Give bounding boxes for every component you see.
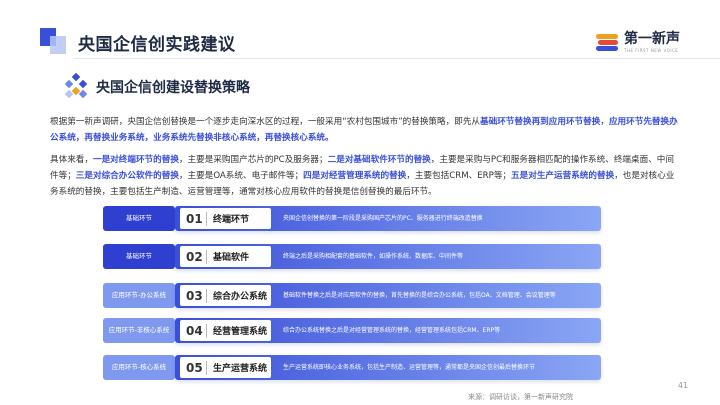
step-row: 基础环节 01 终端环节 央国企信创替换的第一阶段是采购国产芯片的PC、服务器进行终端… [103, 206, 601, 231]
highlight-run: 一是对终端环节的替换 [92, 155, 179, 165]
step-description: 终端之后是采购相配套的基础软件，如操作系统、数据库、中间件等 [283, 253, 464, 260]
step-description: 综合办公系统替换之后是对经营管理系统的替换，经营管理系统包括CRM、ERP等 [283, 327, 501, 334]
detail-paragraph: 具体来看，一是对终端环节的替换，主要是采购国产芯片的PC及服务器；二是对基础软件… [50, 152, 680, 200]
step-divider [206, 323, 207, 338]
step-number: 05 [186, 360, 203, 375]
step-number: 03 [186, 288, 203, 303]
step-row: 基础环节 02 基础软件 终端之后是采购相配套的基础软件，如操作系统、数据库、中间件等 [103, 244, 601, 269]
text-run: ，主要包括CRM、ERP等； [406, 171, 512, 181]
highlight-run: 基础环节替换再到应用环节替换 [480, 117, 601, 127]
text-run: 具体来看， [50, 155, 93, 165]
step-name: 生产运营系统 [213, 364, 268, 374]
section-title: 央国企信创建设替换策略 [96, 80, 250, 96]
step-name: 基础软件 [213, 253, 250, 263]
source-note: 来源：调研访谈，第一新声研究院 [468, 393, 573, 401]
step-card: 04 经营管理系统 [180, 320, 271, 341]
step-name: 综合办公系统 [213, 292, 268, 302]
step-name: 终端环节 [213, 215, 250, 225]
text-run: ， [600, 117, 609, 127]
step-description: 基础软件替换之后是对应用软件的替换，首先替换的是综合办公系统，包括OA、文档管理… [283, 292, 556, 299]
page-title: 央国企信创实践建议 [78, 35, 236, 55]
section-dots-icon [64, 72, 88, 99]
step-number: 02 [186, 249, 203, 264]
step-row: 应用环节-非核心系统 04 经营管理系统 综合办公系统替换之后是对经营管理系统的替换，… [103, 318, 601, 343]
step-card: 02 基础软件 [180, 246, 271, 267]
step-divider [206, 288, 207, 303]
step-card: 03 综合办公系统 [180, 285, 271, 306]
step-row: 应用环节-办公系统 03 综合办公系统 基础软件替换之后是对应用软件的替换，首先替换的… [103, 283, 601, 308]
logo-text: 第一新声 [624, 31, 680, 47]
step-stage-label: 应用环节-核心系统 [103, 355, 175, 380]
highlight-run: 二是对基础软件环节的替换 [327, 155, 431, 165]
step-stage-label: 基础环节 [103, 206, 175, 231]
step-stage-label: 应用环节-非核心系统 [103, 318, 175, 343]
step-name: 经营管理系统 [213, 327, 268, 337]
highlight-run: 五是对生产运营系统的替换 [511, 171, 615, 181]
step-card: 01 终端环节 [180, 208, 271, 229]
brand-logo: 第一新声 THE FIRST NEW VOICE [596, 32, 680, 53]
intro-paragraph: 根据第一新声调研，央国企信创替换是一个逐步走向深水区的过程，一般采用“农村包围城… [50, 114, 680, 146]
page-number: 41 [677, 381, 688, 390]
step-number: 04 [186, 323, 203, 338]
logo-subtitle: THE FIRST NEW VOICE [624, 48, 679, 53]
step-description: 央国企信创替换的第一阶段是采购国产芯片的PC、服务器进行终端改造替换 [283, 215, 483, 222]
step-stage-label: 应用环节-办公系统 [103, 283, 175, 308]
text-run: ，主要是OA系统、电子邮件等； [178, 171, 304, 181]
header-accent-square-light [50, 36, 66, 54]
step-divider [206, 211, 207, 226]
step-divider [206, 249, 207, 264]
highlight-run: 三是对综合办公软件的替换 [75, 171, 179, 181]
step-description: 生产运营系统即核心业务系统，包括生产制造、运营管理等，通常都是央国企信创最后替换… [283, 364, 536, 371]
step-stage-label: 基础环节 [103, 244, 175, 269]
text-run: ，主要是采购国产芯片的PC及服务器； [178, 155, 328, 165]
step-row: 应用环节-核心系统 05 生产运营系统 生产运营系统即核心业务系统，包括生产制造、运营… [103, 355, 601, 380]
text-run: 根据第一新声调研，央国企信创替换是一个逐步走向深水区的过程，一般采用“农村包围城… [50, 117, 481, 127]
logo-icon [596, 33, 620, 52]
highlight-run: 四是对经营管理系统的替换 [303, 171, 407, 181]
step-card: 05 生产运营系统 [180, 357, 271, 378]
header-divider [74, 58, 720, 59]
step-divider [206, 360, 207, 375]
step-number: 01 [186, 211, 203, 226]
